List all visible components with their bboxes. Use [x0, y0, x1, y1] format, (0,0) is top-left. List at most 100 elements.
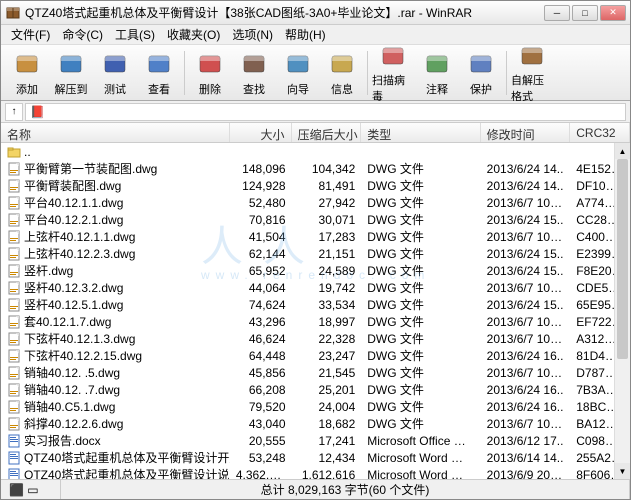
column-size[interactable]: 大小 — [230, 123, 292, 142]
menu-item[interactable]: 工具(S) — [109, 24, 161, 45]
maximize-button[interactable]: □ — [572, 5, 598, 21]
file-row[interactable]: 上弦杆40.12.1.1.dwg41,50417,283DWG 文件2013/6… — [1, 228, 630, 245]
updir-row[interactable]: .. — [1, 143, 630, 160]
file-modified: 2013/6/7 10:46 — [481, 230, 571, 244]
tool-查看[interactable]: 查看 — [137, 48, 181, 98]
tool-扫描病毒[interactable]: 扫描病毒 — [371, 48, 415, 98]
file-size: 79,520 — [230, 400, 292, 414]
file-name: 竖杆.dwg — [1, 262, 230, 279]
tool-label: 自解压格式 — [511, 72, 553, 104]
titlebar: QTZ40塔式起重机总体及平衡臂设计【38张CAD图纸-3A0+毕业论文】.ra… — [1, 1, 630, 25]
column-modified[interactable]: 修改时间 — [481, 123, 571, 142]
file-packed: 19,742 — [292, 281, 362, 295]
file-row[interactable]: 下弦杆40.12.1.3.dwg46,62422,328DWG 文件2013/6… — [1, 330, 630, 347]
file-type: DWG 文件 — [361, 245, 480, 262]
menu-item[interactable]: 选项(N) — [226, 24, 279, 45]
file-type: DWG 文件 — [361, 330, 480, 347]
tool-添加[interactable]: 添加 — [5, 48, 49, 98]
tool-查找[interactable]: 查找 — [232, 48, 276, 98]
file-packed: 25,201 — [292, 383, 362, 397]
file-row[interactable]: 斜撑40.12.2.6.dwg43,04018,682DWG 文件2013/6/… — [1, 415, 630, 432]
scroll-up[interactable]: ▲ — [615, 143, 630, 159]
file-name: QTZ40塔式起重机总体及平衡臂设计开题报告.doc — [1, 449, 230, 466]
tool-自解压格式[interactable]: 自解压格式 — [510, 48, 554, 98]
file-row[interactable]: 销轴40.C5.1.dwg79,52024,004DWG 文件2013/6/24… — [1, 398, 630, 415]
minimize-button[interactable]: ─ — [544, 5, 570, 21]
menu-item[interactable]: 命令(C) — [56, 24, 109, 45]
file-modified: 2013/6/24 16.. — [481, 383, 571, 397]
menu-item[interactable]: 帮助(H) — [279, 24, 332, 45]
tool-icon — [144, 49, 174, 79]
file-row[interactable]: 竖杆40.12.5.1.dwg74,62433,534DWG 文件2013/6/… — [1, 296, 630, 313]
file-row[interactable]: 平衡臂第一节装配图.dwg148,096104,342DWG 文件2013/6/… — [1, 160, 630, 177]
file-list[interactable]: ..平衡臂第一节装配图.dwg148,096104,342DWG 文件2013/… — [1, 143, 630, 479]
tool-向导[interactable]: 向导 — [276, 48, 320, 98]
column-crc[interactable]: CRC32 — [570, 123, 630, 142]
tool-删除[interactable]: 删除 — [188, 48, 232, 98]
file-type: Microsoft Word 文档 — [361, 449, 480, 466]
file-name: 实习报告.docx — [1, 432, 230, 449]
tool-解压到[interactable]: 解压到 — [49, 48, 93, 98]
file-row[interactable]: 下弦杆40.12.2.15.dwg64,44823,247DWG 文件2013/… — [1, 347, 630, 364]
file-type: DWG 文件 — [361, 194, 480, 211]
file-type: Microsoft Word 文档 — [361, 466, 480, 479]
file-name: 下弦杆40.12.1.3.dwg — [1, 330, 230, 347]
file-row[interactable]: 销轴40.12. .5.dwg45,85621,545DWG 文件2013/6/… — [1, 364, 630, 381]
tool-label: 测试 — [104, 81, 126, 97]
addressbar: ↑ 📕 — [1, 101, 630, 123]
toolbar: 添加解压到测试查看删除查找向导信息扫描病毒注释保护自解压格式 — [1, 45, 630, 101]
scroll-thumb[interactable] — [617, 159, 628, 359]
file-row[interactable]: 平台40.12.1.1.dwg52,48027,942DWG 文件2013/6/… — [1, 194, 630, 211]
tool-icon — [466, 49, 496, 79]
file-size: 44,064 — [230, 281, 292, 295]
file-modified: 2013/6/24 15.. — [481, 264, 571, 278]
file-row[interactable]: 实习报告.docx20,55517,241Microsoft Office Wo… — [1, 432, 630, 449]
file-row[interactable]: 平台40.12.2.1.dwg70,81630,071DWG 文件2013/6/… — [1, 211, 630, 228]
file-packed: 24,004 — [292, 400, 362, 414]
address-field[interactable]: 📕 — [25, 103, 626, 121]
tool-注释[interactable]: 注释 — [415, 48, 459, 98]
file-size: 62,144 — [230, 247, 292, 261]
column-type[interactable]: 类型 — [361, 123, 480, 142]
window-title: QTZ40塔式起重机总体及平衡臂设计【38张CAD图纸-3A0+毕业论文】.ra… — [25, 4, 544, 21]
file-type: DWG 文件 — [361, 228, 480, 245]
file-row[interactable]: 竖杆40.12.3.2.dwg44,06419,742DWG 文件2013/6/… — [1, 279, 630, 296]
file-packed: 17,283 — [292, 230, 362, 244]
file-name: 销轴40.12. .5.dwg — [1, 364, 230, 381]
file-type: DWG 文件 — [361, 279, 480, 296]
file-name: 斜撑40.12.2.6.dwg — [1, 415, 230, 432]
file-size: 52,480 — [230, 196, 292, 210]
file-packed: 22,328 — [292, 332, 362, 346]
scrollbar[interactable]: ▲ ▼ — [614, 143, 630, 479]
scroll-down[interactable]: ▼ — [615, 463, 630, 479]
column-name[interactable]: 名称 — [1, 123, 230, 142]
file-size: 46,624 — [230, 332, 292, 346]
tool-信息[interactable]: 信息 — [320, 48, 364, 98]
file-row[interactable]: QTZ40塔式起重机总体及平衡臂设计开题报告.doc53,24812,434Mi… — [1, 449, 630, 466]
file-type: DWG 文件 — [361, 177, 480, 194]
file-size: 43,040 — [230, 417, 292, 431]
column-packed[interactable]: 压缩后大小 — [292, 123, 362, 142]
file-type: DWG 文件 — [361, 313, 480, 330]
tool-测试[interactable]: 测试 — [93, 48, 137, 98]
file-row[interactable]: 销轴40.12. .7.dwg66,20825,201DWG 文件2013/6/… — [1, 381, 630, 398]
nav-up-button[interactable]: ↑ — [5, 103, 23, 121]
file-row[interactable]: 平衡臂装配图.dwg124,92881,491DWG 文件2013/6/24 1… — [1, 177, 630, 194]
file-row[interactable]: 套40.12.1.7.dwg43,29618,997DWG 文件2013/6/7… — [1, 313, 630, 330]
close-button[interactable]: ✕ — [600, 5, 626, 21]
file-row[interactable]: 上弦杆40.12.2.3.dwg62,14421,151DWG 文件2013/6… — [1, 245, 630, 262]
menu-item[interactable]: 文件(F) — [5, 24, 56, 45]
file-modified: 2013/6/7 10:58 — [481, 281, 571, 295]
file-size: 148,096 — [230, 162, 292, 176]
file-size: 4,362,752 — [230, 468, 292, 480]
tool-label: 添加 — [16, 81, 38, 97]
file-row[interactable]: QTZ40塔式起重机总体及平衡臂设计说明书.doc4,362,7521,612,… — [1, 466, 630, 479]
file-modified: 2013/6/7 10:47 — [481, 366, 571, 380]
file-size: 66,208 — [230, 383, 292, 397]
file-row[interactable]: 竖杆.dwg65,95224,589DWG 文件2013/6/24 15..F8… — [1, 262, 630, 279]
tool-icon — [378, 42, 408, 70]
file-modified: 2013/6/24 16.. — [481, 349, 571, 363]
menu-item[interactable]: 收藏夹(O) — [161, 24, 226, 45]
tool-保护[interactable]: 保护 — [459, 48, 503, 98]
file-packed: 12,434 — [292, 451, 362, 465]
